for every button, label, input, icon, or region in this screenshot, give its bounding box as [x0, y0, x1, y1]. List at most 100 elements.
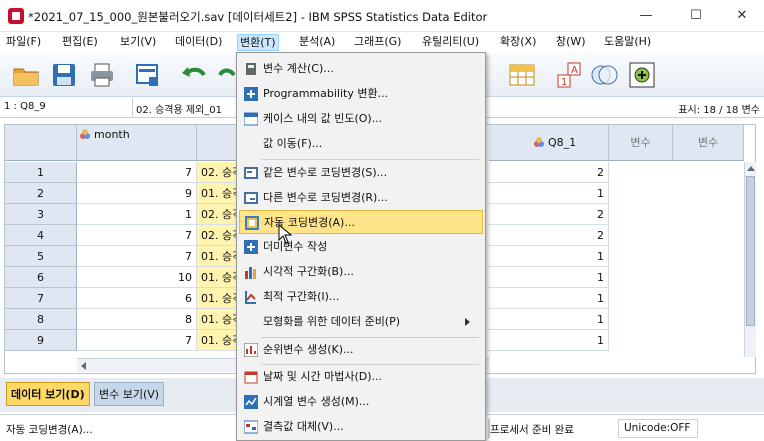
cell-q8-1[interactable]: 1: [489, 183, 609, 204]
menu-rank-cases[interactable]: 순위변수 생성(K)...: [239, 338, 483, 362]
row-header[interactable]: 3: [5, 204, 77, 225]
menu-visual-binning[interactable]: 시각적 구간화(B)...: [239, 260, 483, 284]
menu-item-label: 결측값 대체(V)...: [263, 420, 344, 433]
vertical-scrollbar[interactable]: [744, 162, 756, 357]
cell-month[interactable]: 10: [77, 267, 197, 288]
menu-file[interactable]: 파일(F): [4, 34, 43, 51]
cell-q8-1[interactable]: 1: [489, 267, 609, 288]
cell-q8-1[interactable]: 2: [489, 204, 609, 225]
split-file-icon[interactable]: A1: [556, 61, 584, 89]
menu-item-label: 시각적 구간화(B)...: [263, 265, 354, 278]
menu-optimal-binning[interactable]: 최적 구간화(I)...: [239, 285, 483, 309]
cell-q8-1[interactable]: 1: [489, 246, 609, 267]
save-icon[interactable]: [50, 61, 78, 89]
column-header-q8-1[interactable]: Q8_1: [489, 125, 609, 161]
cell-month[interactable]: 6: [77, 288, 197, 309]
recode-icon: [244, 167, 258, 179]
row-header[interactable]: 7: [5, 288, 77, 309]
chart-icon: [244, 395, 258, 409]
row-header[interactable]: 1: [5, 162, 77, 183]
menu-compute-variable[interactable]: 변수 계산(C)...: [239, 57, 483, 81]
menu-programmability-transform[interactable]: Programmability 변환...: [239, 82, 483, 106]
column-header-empty-1[interactable]: 변수: [609, 125, 673, 161]
menu-separator: [261, 159, 479, 160]
menu-recode-same[interactable]: 같은 변수로 코딩변경(S)...: [239, 161, 483, 185]
cell-q8-9[interactable]: 02. 승격: [197, 225, 237, 246]
menu-data[interactable]: 데이터(D): [173, 34, 224, 51]
redo-icon[interactable]: [218, 61, 236, 89]
column-header-q8-9[interactable]: [197, 125, 237, 161]
menu-count-values[interactable]: 케이스 내의 값 빈도(O)...: [239, 107, 483, 131]
recall-dialog-icon[interactable]: [134, 61, 162, 89]
cell-q8-9[interactable]: 01. 승격: [197, 309, 237, 330]
rank-icon: [244, 343, 258, 357]
menu-transform[interactable]: 변환(T): [237, 34, 279, 51]
print-icon[interactable]: [88, 61, 116, 89]
menu-window[interactable]: 창(W): [554, 34, 588, 51]
minimize-button[interactable]: —: [626, 4, 666, 28]
menu-extensions[interactable]: 확장(X): [498, 34, 538, 51]
tab-data-view[interactable]: 데이터 보기(D): [6, 382, 90, 406]
cell-q8-1[interactable]: 2: [489, 225, 609, 246]
svg-text:1: 1: [561, 77, 567, 88]
cell-month[interactable]: 7: [77, 225, 197, 246]
cell-month[interactable]: 7: [77, 162, 197, 183]
menu-replace-missing[interactable]: 결측값 대체(V)...: [239, 415, 483, 439]
menu-prepare-data-modeling[interactable]: 모형화를 위한 데이터 준비(P): [239, 310, 483, 334]
row-header[interactable]: 6: [5, 267, 77, 288]
menu-item-label: 값 이동(F)...: [263, 137, 323, 150]
cell-month[interactable]: 7: [77, 246, 197, 267]
cell-q8-9[interactable]: 02. 승격: [197, 162, 237, 183]
menu-utilities[interactable]: 유틸리티(U): [420, 34, 481, 51]
window-title: *2021_07_15_000_원본불러오기.sav [데이터세트2] - IB…: [28, 10, 488, 24]
cell-q8-9[interactable]: 02. 승격: [197, 204, 237, 225]
column-header-month[interactable]: month: [77, 125, 197, 161]
tab-variable-view[interactable]: 변수 보기(V): [94, 382, 165, 406]
undo-icon[interactable]: [180, 61, 208, 89]
row-header[interactable]: 8: [5, 309, 77, 330]
cell-q8-1[interactable]: 1: [489, 288, 609, 309]
cell-q8-9[interactable]: 01. 승격: [197, 246, 237, 267]
menu-date-time-wizard[interactable]: 날짜 및 시간 마법사(D)...: [239, 365, 483, 389]
cell-q8-1[interactable]: 1: [489, 330, 609, 351]
column-header-empty-2[interactable]: 변수: [673, 125, 744, 161]
maximize-button[interactable]: ☐: [676, 4, 716, 28]
menu-automatic-recode[interactable]: 자동 코딩변경(A)...: [239, 210, 483, 234]
cell-month[interactable]: 9: [77, 183, 197, 204]
cell-month[interactable]: 8: [77, 309, 197, 330]
menu-item-label: 변수 계산(C)...: [263, 62, 334, 75]
menu-recode-different[interactable]: 다른 변수로 코딩변경(R)...: [239, 186, 483, 210]
cell-q8-9[interactable]: 01. 승격: [197, 288, 237, 309]
menu-shift-values[interactable]: 값 이동(F)...: [239, 132, 483, 156]
vertical-scroll-thumb[interactable]: [746, 176, 755, 326]
transform-menu: 변수 계산(C)... Programmability 변환... 케이스 내의…: [236, 52, 486, 441]
menu-create-time-series[interactable]: 시계열 변수 생성(M)...: [239, 390, 483, 414]
close-button[interactable]: ✕: [722, 4, 762, 28]
cell-q8-9[interactable]: 01. 승격: [197, 267, 237, 288]
menu-create-dummy[interactable]: 더미변수 작성: [239, 235, 483, 259]
cell-q8-9[interactable]: 01. 승격: [197, 330, 237, 351]
cell-month[interactable]: 1: [77, 204, 197, 225]
menu-help[interactable]: 도움말(H): [602, 34, 653, 51]
scroll-up-icon[interactable]: [747, 166, 755, 171]
value-labels-icon[interactable]: [590, 61, 618, 89]
menu-analyze[interactable]: 분석(A): [297, 34, 337, 51]
spss-app-icon: [8, 8, 24, 24]
menu-edit[interactable]: 편집(E): [60, 34, 100, 51]
cell-q8-9[interactable]: 01. 승격: [197, 183, 237, 204]
scroll-left-icon[interactable]: [81, 362, 86, 370]
row-header[interactable]: 9: [5, 330, 77, 351]
use-sets-icon[interactable]: [628, 61, 656, 89]
menu-graphs[interactable]: 그래프(G): [352, 34, 403, 51]
calendar-icon: [244, 371, 258, 384]
open-folder-icon[interactable]: [12, 61, 40, 89]
row-header[interactable]: 5: [5, 246, 77, 267]
cell-month[interactable]: 7: [77, 330, 197, 351]
data-view-grid-icon[interactable]: [508, 61, 536, 89]
menu-view[interactable]: 보기(V): [118, 34, 158, 51]
cell-value-field[interactable]: 02. 승격용 제외_01: [136, 101, 222, 116]
cell-q8-1[interactable]: 2: [489, 162, 609, 183]
row-header[interactable]: 2: [5, 183, 77, 204]
row-header[interactable]: 4: [5, 225, 77, 246]
cell-q8-1[interactable]: 1: [489, 309, 609, 330]
